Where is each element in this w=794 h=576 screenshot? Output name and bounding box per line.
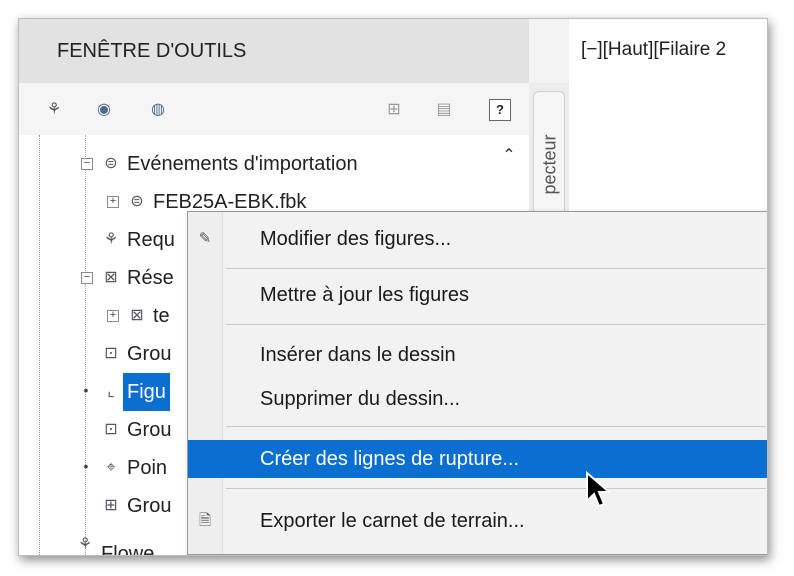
side-tab-label: pecteur — [539, 134, 560, 195]
tree-row-label: FEB25A-EBK.fbk — [153, 191, 307, 209]
menu-item-label: Exporter le carnet de terrain... — [260, 510, 525, 532]
survey-tree-icon[interactable]: ⚘ — [43, 99, 65, 121]
network-icon: ⊠ — [130, 307, 144, 324]
menu-item-export-fieldbook[interactable]: 🗎 Exporter le carnet de terrain... — [188, 502, 767, 540]
collapse-icon[interactable]: − — [81, 272, 93, 284]
survey-tree-icon: ⚘ — [77, 536, 93, 553]
mouse-pointer-icon — [586, 471, 612, 508]
point-icon: ⌖ — [106, 459, 116, 476]
network-icon: ⊠ — [104, 269, 118, 286]
palette-title: FENÊTRE D'OUTILS — [19, 19, 529, 83]
menu-item-label: Créer des lignes de rupture... — [260, 448, 520, 470]
import-event-icon: ⊜ — [130, 193, 144, 209]
menu-item-update-figures[interactable]: Mettre à jour les figures — [188, 276, 767, 314]
figure-icon: ⌞ — [107, 383, 115, 400]
tree-row-label: Grou — [127, 495, 172, 517]
layout-icon[interactable]: ⊞ — [383, 99, 405, 121]
tree-row-fbk[interactable]: + ⊜ FEB25A-EBK.fbk — [19, 183, 529, 209]
tree-row-label: Requ — [127, 229, 175, 251]
tree-row-label: Rése — [127, 267, 174, 289]
query-icon: ⚘ — [103, 231, 119, 248]
context-menu: ✎ Modifier des figures... Mettre à jour … — [187, 211, 767, 555]
edit-figures-icon: ✎ — [198, 230, 212, 247]
bullet-icon[interactable]: • — [81, 459, 91, 473]
menu-item-insert-into-drawing[interactable]: Insérer dans le dessin — [188, 336, 767, 374]
menu-item-create-breaklines[interactable]: Créer des lignes de rupture... — [188, 440, 767, 478]
expand-icon[interactable]: + — [107, 196, 119, 208]
menu-item-label: Supprimer du dessin... — [260, 388, 461, 410]
export-fieldbook-icon: 🗎 — [198, 512, 212, 529]
palette-toolbar: ⚘ ◉ ◍ ⊞ ▤ ? — [19, 83, 529, 135]
menu-item-label: Modifier des figures... — [260, 228, 452, 250]
panel-icon[interactable]: ▤ — [433, 99, 455, 121]
tree-row-label: Grou — [127, 419, 172, 441]
application-window: FENÊTRE D'OUTILS ⚘ ◉ ◍ ⊞ ▤ ? ⌃ − ⊜ Evéne… — [18, 18, 768, 556]
group-icon: ⊡ — [104, 345, 118, 362]
tree-row-label: Poin — [127, 457, 168, 479]
point-group-icon: ⊞ — [104, 497, 118, 514]
import-event-icon: ⊜ — [104, 155, 118, 172]
menu-separator — [226, 268, 766, 269]
tree-row-label: te — [153, 305, 170, 327]
menu-separator — [226, 488, 766, 489]
help-button[interactable]: ? — [489, 99, 511, 121]
bullet-icon[interactable]: • — [81, 383, 91, 397]
viewport-label[interactable]: [−][Haut][Filaire 2 — [581, 39, 726, 61]
menu-separator — [226, 426, 766, 427]
menu-item-label: Mettre à jour les figures — [260, 284, 469, 306]
menu-separator — [226, 324, 766, 325]
tree-row-label: Grou — [127, 343, 172, 365]
tree-row-label: Flowe — [101, 543, 155, 555]
menu-item-remove-from-drawing[interactable]: Supprimer du dessin... — [188, 380, 767, 418]
expand-icon[interactable]: + — [107, 310, 119, 322]
figure-group-icon: ⊡ — [104, 421, 118, 438]
tree-row-label: Figu — [123, 373, 170, 411]
menu-item-label: Insérer dans le dessin — [260, 344, 456, 366]
zoom-icon[interactable]: ◍ — [147, 99, 169, 121]
menu-item-edit-figures[interactable]: ✎ Modifier des figures... — [188, 220, 767, 258]
tree-row-label: Evénements d'importation — [127, 153, 358, 175]
collapse-icon[interactable]: − — [81, 158, 93, 170]
tree-row-import-events[interactable]: − ⊜ Evénements d'importation — [19, 145, 529, 183]
zoom-extents-icon[interactable]: ◉ — [93, 99, 115, 121]
